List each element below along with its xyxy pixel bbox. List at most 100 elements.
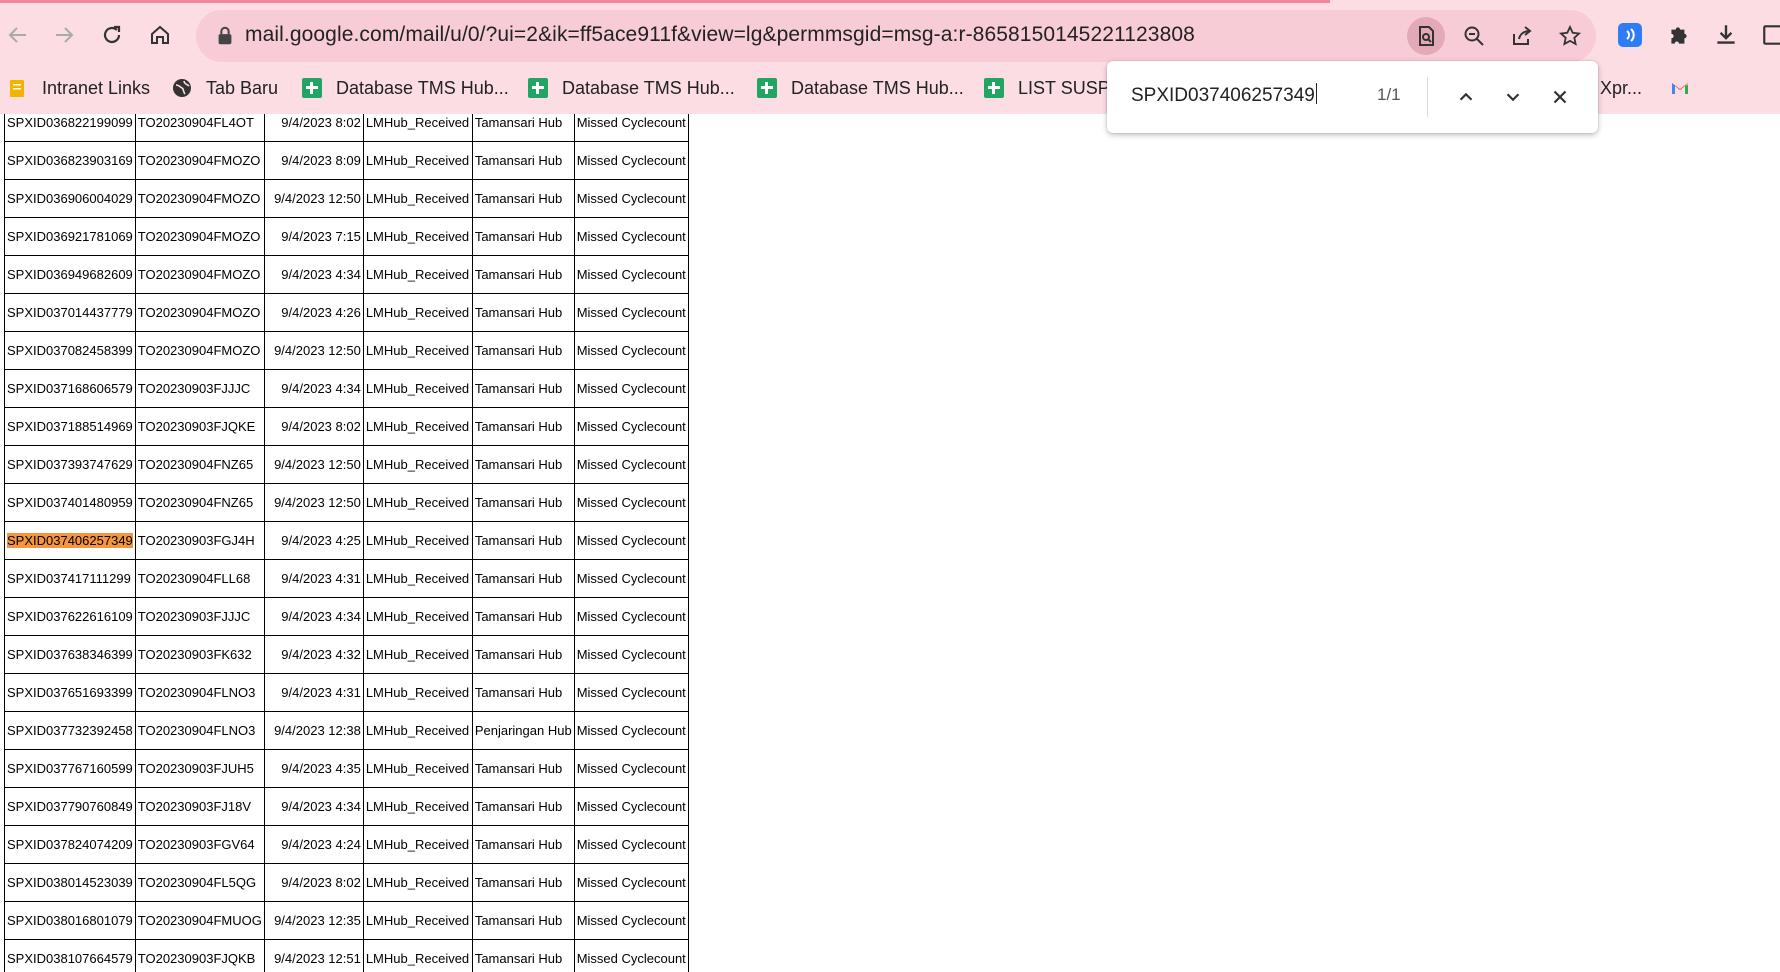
table-row: SPXID037638346399 TO20230903FK632 9/4/2023… [4,635,689,674]
bookmark-list-suspe[interactable]: LIST SUSPE [984,72,1122,104]
status-cell: LMHub_Received [362,787,473,826]
hub-cell: Tamansari Hub [471,673,575,712]
timestamp-cell: 9/4/2023 8:09 [263,141,364,180]
remark-cell: Missed Cyclecount [573,255,689,294]
status-cell: LMHub_Received [362,141,473,180]
cell-text: SPXID037767160599 [7,761,133,776]
cell-text: LMHub_Received [365,875,470,890]
find-input[interactable]: SPXID037406257349 [1131,83,1317,107]
cell-text: 9/4/2023 4:31 [281,685,361,700]
to-number-cell: TO20230904FMOZO [134,255,265,294]
bookmark-tab-baru[interactable]: Tab Baru [172,72,278,104]
remark-cell: Missed Cyclecount [573,293,689,332]
cell-text: LMHub_Received [365,343,470,358]
bookmark-database-tms-2[interactable]: Database TMS Hub... [528,72,735,104]
cell-text: SPXID037401480959 [7,495,133,510]
timestamp-cell: 9/4/2023 4:32 [263,635,364,674]
remark-cell: Missed Cyclecount [573,749,689,788]
extension-button[interactable] [1613,18,1647,52]
remark-cell: Missed Cyclecount [573,483,689,522]
timestamp-cell: 9/4/2023 4:26 [263,293,364,332]
find-next-button[interactable] [1497,81,1529,113]
home-button[interactable] [144,19,176,51]
bookmark-label: Tab Baru [206,77,279,98]
table-row: SPXID036906004029 TO20230904FMOZO 9/4/2023… [4,179,689,218]
sheets-icon [757,78,777,98]
table-row: SPXID038014523039 TO20230904FL5QG 9/4/2023… [4,863,689,902]
remark-cell: Missed Cyclecount [573,445,689,484]
folder-icon [10,80,24,97]
sheets-icon [528,78,548,98]
back-button[interactable] [2,19,34,51]
cell-text: 9/4/2023 4:24 [281,837,361,852]
cell-text: Missed Cyclecount [576,381,686,396]
chevron-up-icon [1459,92,1473,101]
table-row: SPXID036822199099 TO20230904FL4OT 9/4/2023… [4,114,689,142]
timestamp-cell: 9/4/2023 12:50 [263,179,364,218]
bookmark-intranet-links[interactable]: Intranet Links [8,72,150,104]
status-cell: LMHub_Received [362,369,473,408]
timestamp-cell: 9/4/2023 7:15 [263,217,364,256]
find-divider [1427,77,1428,117]
bookmark-database-tms-1[interactable]: Database TMS Hub... [302,72,509,104]
cell-text: SPXID037082458399 [7,343,133,358]
remark-cell: Missed Cyclecount [573,863,689,902]
cell-text: LMHub_Received [365,951,470,966]
find-in-page-button[interactable] [1407,17,1445,55]
bookmark-gmail[interactable] [1670,72,1704,104]
timestamp-cell: 9/4/2023 4:34 [263,597,364,636]
spx-id-cell: SPXID037622616109 [4,597,136,636]
bookmark-xpr[interactable]: Xpr... [1600,72,1642,104]
address-bar[interactable]: mail.google.com/mail/u/0/?ui=2&ik=ff5ace… [196,10,1596,62]
extensions-menu-button[interactable] [1662,18,1696,52]
cell-text: LMHub_Received [365,229,470,244]
forward-button[interactable] [48,19,80,51]
to-number-cell: TO20230904FMOZO [134,293,265,332]
home-icon [151,25,169,44]
cell-text: 9/4/2023 4:34 [281,609,361,624]
cell-text: 9/4/2023 12:35 [274,913,361,928]
cell-text: 9/4/2023 4:31 [281,571,361,586]
cell-text: Tamansari Hub [474,837,563,852]
to-number-cell: TO20230903FJQKE [134,407,265,446]
cell-text: 9/4/2023 4:34 [281,381,361,396]
find-match-count: 1/1 [1377,85,1401,104]
bookmark-star-button[interactable] [1551,17,1589,55]
download-icon [1717,25,1735,44]
to-number-cell: TO20230904FMOZO [134,179,265,218]
table-row: SPXID037401480959 TO20230904FNZ65 9/4/2023… [4,483,689,522]
cell-text: SPXID037790760849 [7,799,133,814]
timestamp-cell: 9/4/2023 12:35 [263,901,364,940]
side-panel-button[interactable] [1757,18,1780,52]
to-number-cell: TO20230903FGJ4H [134,521,265,560]
reload-button[interactable] [96,19,128,51]
share-button[interactable] [1503,17,1541,55]
spx-id-cell: SPXID038016801079 [4,901,136,940]
spx-id-cell: SPXID037082458399 [4,331,136,370]
cell-text: LMHub_Received [365,837,470,852]
reload-icon [103,25,121,44]
cell-text: Missed Cyclecount [576,115,686,130]
remark-cell: Missed Cyclecount [573,521,689,560]
to-number-cell: TO20230903FK632 [134,635,265,674]
timestamp-cell: 9/4/2023 12:38 [263,711,364,750]
zoom-button[interactable] [1455,17,1493,55]
cell-text: TO20230904FMOZO [137,267,261,282]
cell-text: TO20230903FJ18V [137,799,252,814]
bookmark-database-tms-3[interactable]: Database TMS Hub... [757,72,964,104]
downloads-button[interactable] [1709,18,1743,52]
cell-text: Missed Cyclecount [576,305,686,320]
cell-text: TO20230904FNZ65 [137,495,254,510]
find-previous-button[interactable] [1450,81,1482,113]
lock-icon[interactable] [214,25,236,47]
globe-icon [173,79,191,97]
url-text[interactable]: mail.google.com/mail/u/0/?ui=2&ik=ff5ace… [245,23,1195,47]
find-close-button[interactable] [1544,81,1576,113]
remark-cell: Missed Cyclecount [573,114,689,142]
sheets-icon [984,78,1004,98]
cell-text: LMHub_Received [365,191,470,206]
star-icon [1558,24,1582,46]
remark-cell: Missed Cyclecount [573,673,689,712]
table-row: SPXID036823903169 TO20230904FMOZO 9/4/2023… [4,141,689,180]
table-row: SPXID037824074209 TO20230903FGV64 9/4/2023… [4,825,689,864]
